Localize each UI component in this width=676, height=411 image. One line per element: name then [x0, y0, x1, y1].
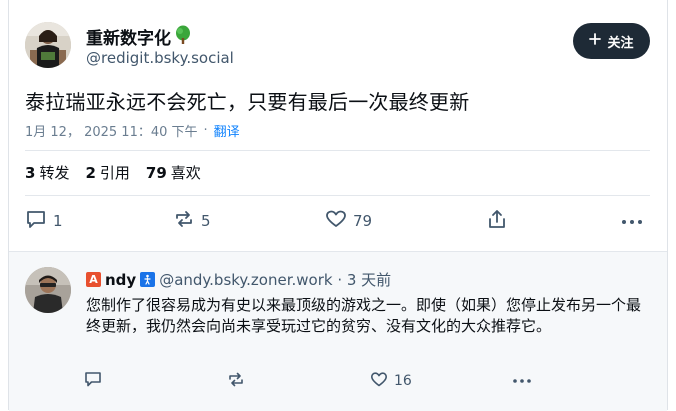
likes-count: 79 — [145, 164, 167, 182]
reposts-stat[interactable]: 3 转发 — [25, 162, 69, 183]
share-button[interactable] — [486, 204, 508, 238]
follow-button[interactable]: 关注 — [573, 23, 650, 59]
more-dots-icon — [621, 212, 643, 230]
share-icon — [486, 208, 508, 234]
reply-text: 您制作了很容易成为有史以来最顶级的游戏之一。即使（如果）您停止发布另一个最终更新… — [86, 296, 642, 335]
reply-like-button[interactable]: 16 — [370, 367, 412, 395]
accessibility-icon — [140, 272, 156, 287]
meta-separator: · — [203, 123, 208, 138]
reply-repost-button[interactable] — [227, 367, 251, 395]
reply-like-count: 16 — [394, 373, 412, 389]
reply-post[interactable]: A ndy @andy.bsky.zoner.work · 3 天前 您制作了很… — [9, 251, 667, 411]
right-border — [667, 0, 668, 410]
reposts-count: 3 — [25, 164, 36, 182]
repost-icon — [173, 209, 195, 233]
quotes-count: 2 — [85, 164, 96, 182]
reply-icon — [25, 209, 47, 233]
quotes-stat[interactable]: 2 引用 — [85, 162, 129, 183]
repost-count: 5 — [201, 212, 211, 230]
main-post: 重新数字化 @redigit.bsky.social 关注 泰拉瑞亚永远不会死亡… — [9, 0, 667, 250]
post-stats: 3 转发 2 引用 79 喜欢 — [25, 162, 201, 183]
heart-icon — [325, 209, 347, 233]
repost-icon — [227, 371, 245, 392]
author-display-name[interactable]: 重新数字化 — [86, 24, 171, 49]
author-handle[interactable]: @redigit.bsky.social — [86, 49, 234, 67]
plus-icon — [589, 33, 602, 49]
author-name-row: 重新数字化 — [86, 24, 192, 49]
reply-reply-button[interactable] — [84, 367, 108, 395]
likes-stat[interactable]: 79 喜欢 — [146, 162, 201, 183]
reply-icon — [84, 371, 102, 392]
follow-label: 关注 — [607, 35, 634, 51]
reply-author-avatar[interactable] — [25, 267, 71, 313]
like-button[interactable]: 79 — [325, 204, 372, 238]
post-text: 泰拉瑞亚永远不会死亡，只要有最后一次最终更新 — [25, 90, 470, 114]
quotes-label: 引用 — [99, 164, 130, 182]
reply-author-name[interactable]: ndy — [105, 271, 136, 289]
reply-header: A ndy @andy.bsky.zoner.work · 3 天前 — [86, 269, 391, 290]
translate-link[interactable]: 翻译 — [214, 121, 240, 140]
reply-count: 1 — [53, 212, 63, 230]
more-options-button[interactable] — [621, 204, 643, 238]
repost-button[interactable]: 5 — [173, 204, 211, 238]
post-actions: 1 5 79 — [9, 204, 667, 238]
author-avatar[interactable] — [25, 22, 71, 68]
post-meta: 1月 12， 2025 11：40 下午 · 翻译 — [25, 121, 240, 140]
heart-icon — [370, 371, 388, 392]
reply-author-handle[interactable]: @andy.bsky.zoner.work · 3 天前 — [159, 269, 391, 290]
letter-a-badge-icon: A — [86, 272, 101, 287]
divider-top — [25, 150, 650, 151]
more-dots-icon — [512, 373, 532, 389]
tree-emoji-icon — [174, 25, 192, 49]
reply-actions: 16 — [9, 367, 667, 395]
post-timestamp[interactable]: 1月 12， 2025 11：40 下午 — [25, 121, 198, 140]
reply-button[interactable]: 1 — [25, 204, 63, 238]
reply-more-options-button[interactable] — [512, 367, 532, 395]
likes-label: 喜欢 — [170, 164, 201, 182]
reposts-label: 转发 — [39, 164, 70, 182]
like-count: 79 — [353, 212, 373, 230]
thread-view: 重新数字化 @redigit.bsky.social 关注 泰拉瑞亚永远不会死亡… — [0, 0, 676, 411]
divider-bottom — [25, 195, 650, 196]
